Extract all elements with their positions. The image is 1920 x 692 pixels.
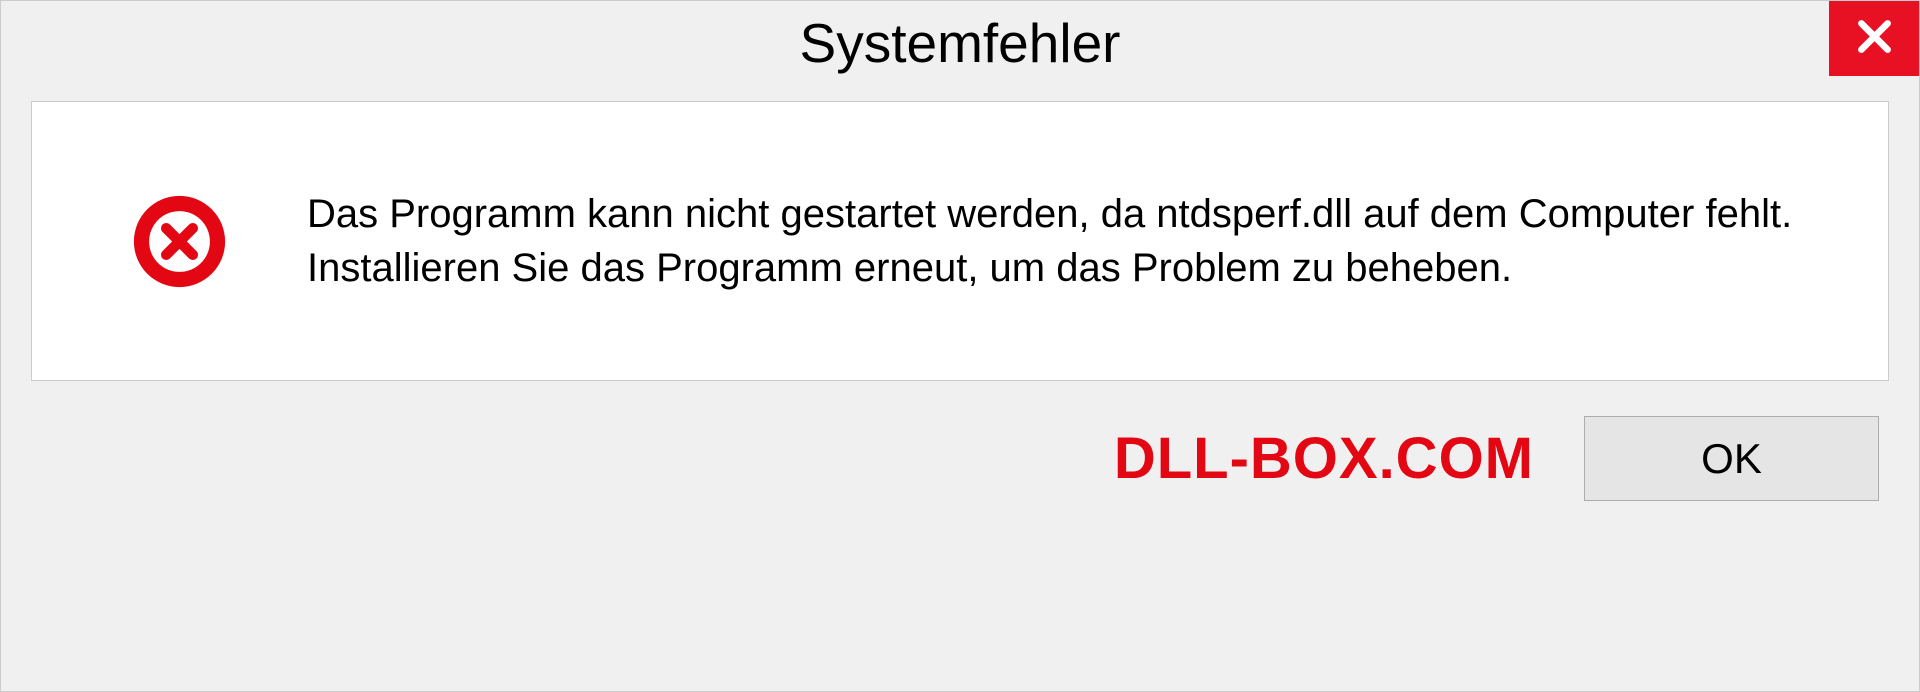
- dialog-title: Systemfehler: [800, 11, 1121, 75]
- close-icon: [1852, 14, 1897, 64]
- ok-button-label: OK: [1701, 435, 1762, 483]
- ok-button[interactable]: OK: [1584, 416, 1879, 501]
- watermark-text: DLL-BOX.COM: [1114, 425, 1534, 492]
- error-message: Das Programm kann nicht gestartet werden…: [307, 187, 1828, 295]
- error-icon: [132, 194, 227, 289]
- dialog-footer: DLL-BOX.COM OK: [1, 401, 1919, 531]
- content-panel: Das Programm kann nicht gestartet werden…: [31, 101, 1889, 381]
- error-dialog: Systemfehler Das Programm kann nicht ges…: [0, 0, 1920, 692]
- titlebar: Systemfehler: [1, 1, 1919, 91]
- close-button[interactable]: [1829, 1, 1919, 76]
